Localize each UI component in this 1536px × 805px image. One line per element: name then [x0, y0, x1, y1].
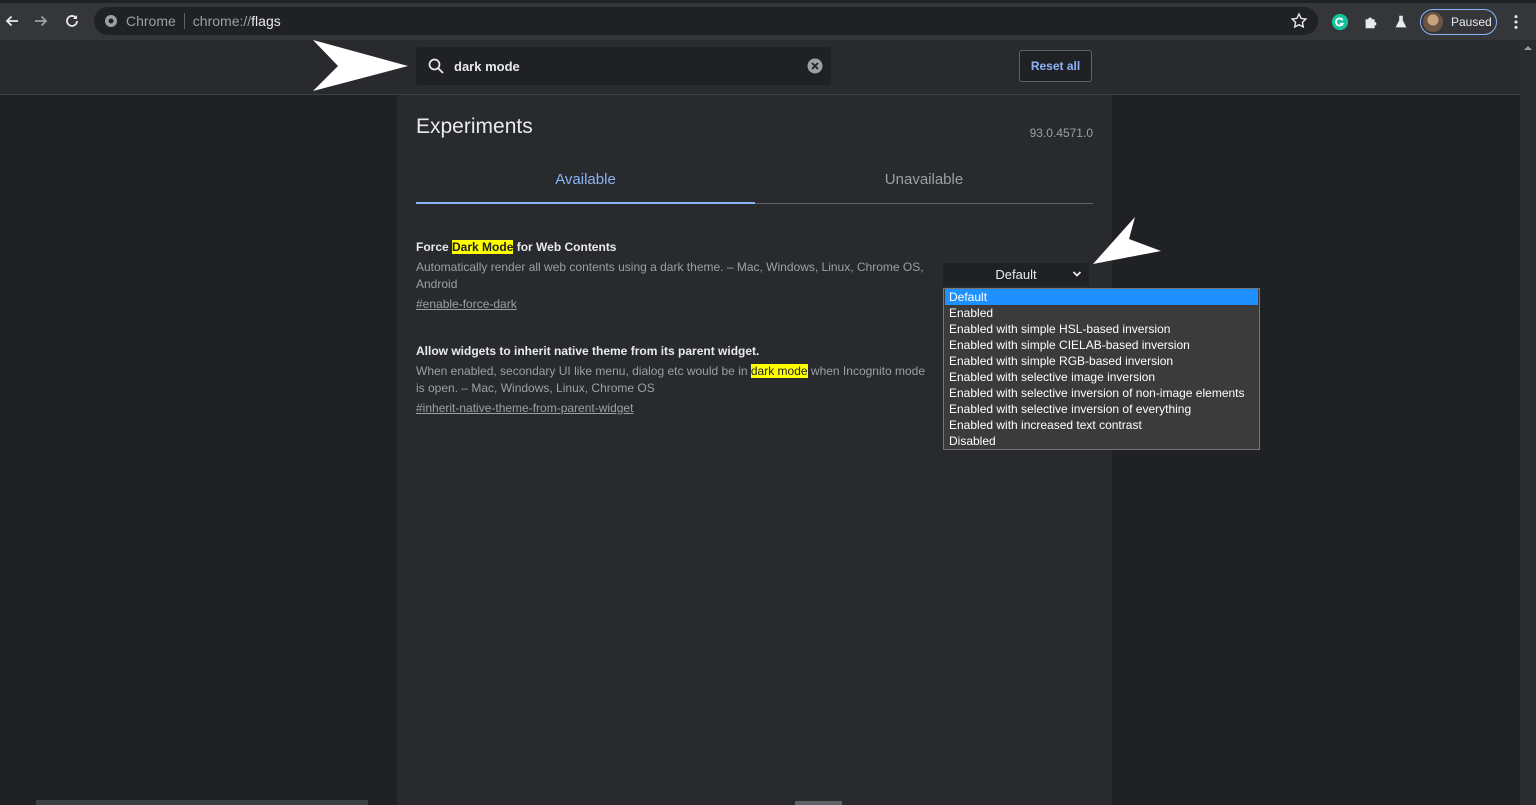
labs-icon — [1395, 15, 1407, 28]
search-icon — [428, 58, 444, 74]
chrome-version: 93.0.4571.0 — [1029, 126, 1093, 140]
description-text: When enabled, secondary UI like menu, di… — [416, 364, 751, 378]
reload-button[interactable] — [58, 7, 86, 35]
experiment-link[interactable]: #inherit-native-theme-from-parent-widget — [416, 401, 633, 415]
reload-icon — [66, 15, 78, 27]
option-selective-non-image-inversion[interactable]: Enabled with selective inversion of non-… — [945, 385, 1258, 401]
title-text: Force — [416, 240, 453, 254]
reset-all-button[interactable]: Reset all — [1019, 50, 1092, 82]
labs-button[interactable] — [1390, 11, 1412, 33]
clear-icon[interactable] — [807, 58, 823, 74]
option-rgb-inversion[interactable]: Enabled with simple RGB-based inversion — [945, 353, 1258, 369]
grammarly-extension[interactable] — [1329, 11, 1351, 33]
site-name: Chrome — [126, 13, 176, 29]
experiment-description: When enabled, secondary UI like menu, di… — [416, 363, 926, 397]
chrome-logo-icon — [104, 14, 118, 28]
option-selective-everything-inversion[interactable]: Enabled with selective inversion of ever… — [945, 401, 1258, 417]
chrome-menu-button[interactable] — [1505, 11, 1527, 33]
url-path: flags — [251, 13, 281, 29]
menu-dots-icon — [1514, 15, 1518, 29]
experiments-panel: Experiments 93.0.4571.0 Available Unavai… — [397, 95, 1112, 805]
page-scrollbar[interactable] — [1520, 40, 1536, 805]
search-highlight: dark mode — [750, 364, 808, 378]
address-bar[interactable]: Chrome chrome://flags — [94, 7, 1318, 35]
option-enabled[interactable]: Enabled — [945, 305, 1258, 321]
option-default[interactable]: Default — [945, 289, 1258, 305]
horizontal-scrollbar-track — [36, 800, 368, 805]
search-input[interactable]: dark mode — [454, 59, 520, 74]
extensions-icon — [1365, 17, 1377, 29]
experiment-link[interactable]: #enable-force-dark — [416, 297, 517, 311]
back-icon — [5, 15, 18, 27]
title-text: for Web Contents — [513, 240, 617, 254]
option-increased-text-contrast[interactable]: Enabled with increased text contrast — [945, 417, 1258, 433]
option-hsl-inversion[interactable]: Enabled with simple HSL-based inversion — [945, 321, 1258, 337]
flags-search-box[interactable]: dark mode — [416, 47, 831, 85]
search-highlight: Dark Mode — [452, 240, 514, 254]
chevron-down-icon — [1072, 271, 1082, 277]
option-disabled[interactable]: Disabled — [945, 433, 1258, 449]
experiment-description: Automatically render all web contents us… — [416, 260, 924, 291]
option-selective-image-inversion[interactable]: Enabled with selective image inversion — [945, 369, 1258, 385]
browser-toolbar: Chrome chrome://flags Paused — [0, 0, 1536, 40]
flags-header: dark mode Reset all — [0, 40, 1536, 95]
url-scheme: chrome:// — [192, 13, 252, 29]
horizontal-scrollbar-thumb[interactable] — [795, 801, 842, 805]
select-value: Default — [995, 267, 1037, 282]
grammarly-icon — [1331, 13, 1349, 31]
annotation-arrow-down-left — [1093, 217, 1161, 264]
experiment-force-dark: Force Dark Mode for Web Contents Automat… — [416, 240, 926, 313]
forward-button[interactable] — [27, 7, 55, 35]
experiment-title: Force Dark Mode for Web Contents — [416, 240, 926, 254]
page-title: Experiments — [416, 115, 533, 138]
option-cielab-inversion[interactable]: Enabled with simple CIELAB-based inversi… — [945, 337, 1258, 353]
forward-icon — [35, 15, 48, 27]
tab-unavailable[interactable]: Unavailable — [755, 171, 1093, 204]
force-dark-options-list: Default Enabled Enabled with simple HSL-… — [943, 288, 1260, 450]
bookmark-star-icon[interactable] — [1290, 12, 1308, 30]
annotation-arrow-right — [313, 40, 408, 91]
omnibox-separator — [183, 13, 185, 29]
experiment-title: Allow widgets to inherit native theme fr… — [416, 344, 760, 358]
scroll-up-arrow-icon[interactable] — [1524, 44, 1532, 52]
profile-button[interactable]: Paused — [1420, 9, 1497, 35]
avatar — [1423, 12, 1443, 32]
experiment-inherit-native-theme: Allow widgets to inherit native theme fr… — [416, 344, 926, 417]
force-dark-select[interactable]: Default — [943, 263, 1089, 286]
profile-status: Paused — [1451, 15, 1492, 29]
extensions-button[interactable] — [1360, 11, 1382, 33]
tab-available[interactable]: Available — [416, 171, 755, 204]
back-button[interactable] — [0, 7, 26, 35]
